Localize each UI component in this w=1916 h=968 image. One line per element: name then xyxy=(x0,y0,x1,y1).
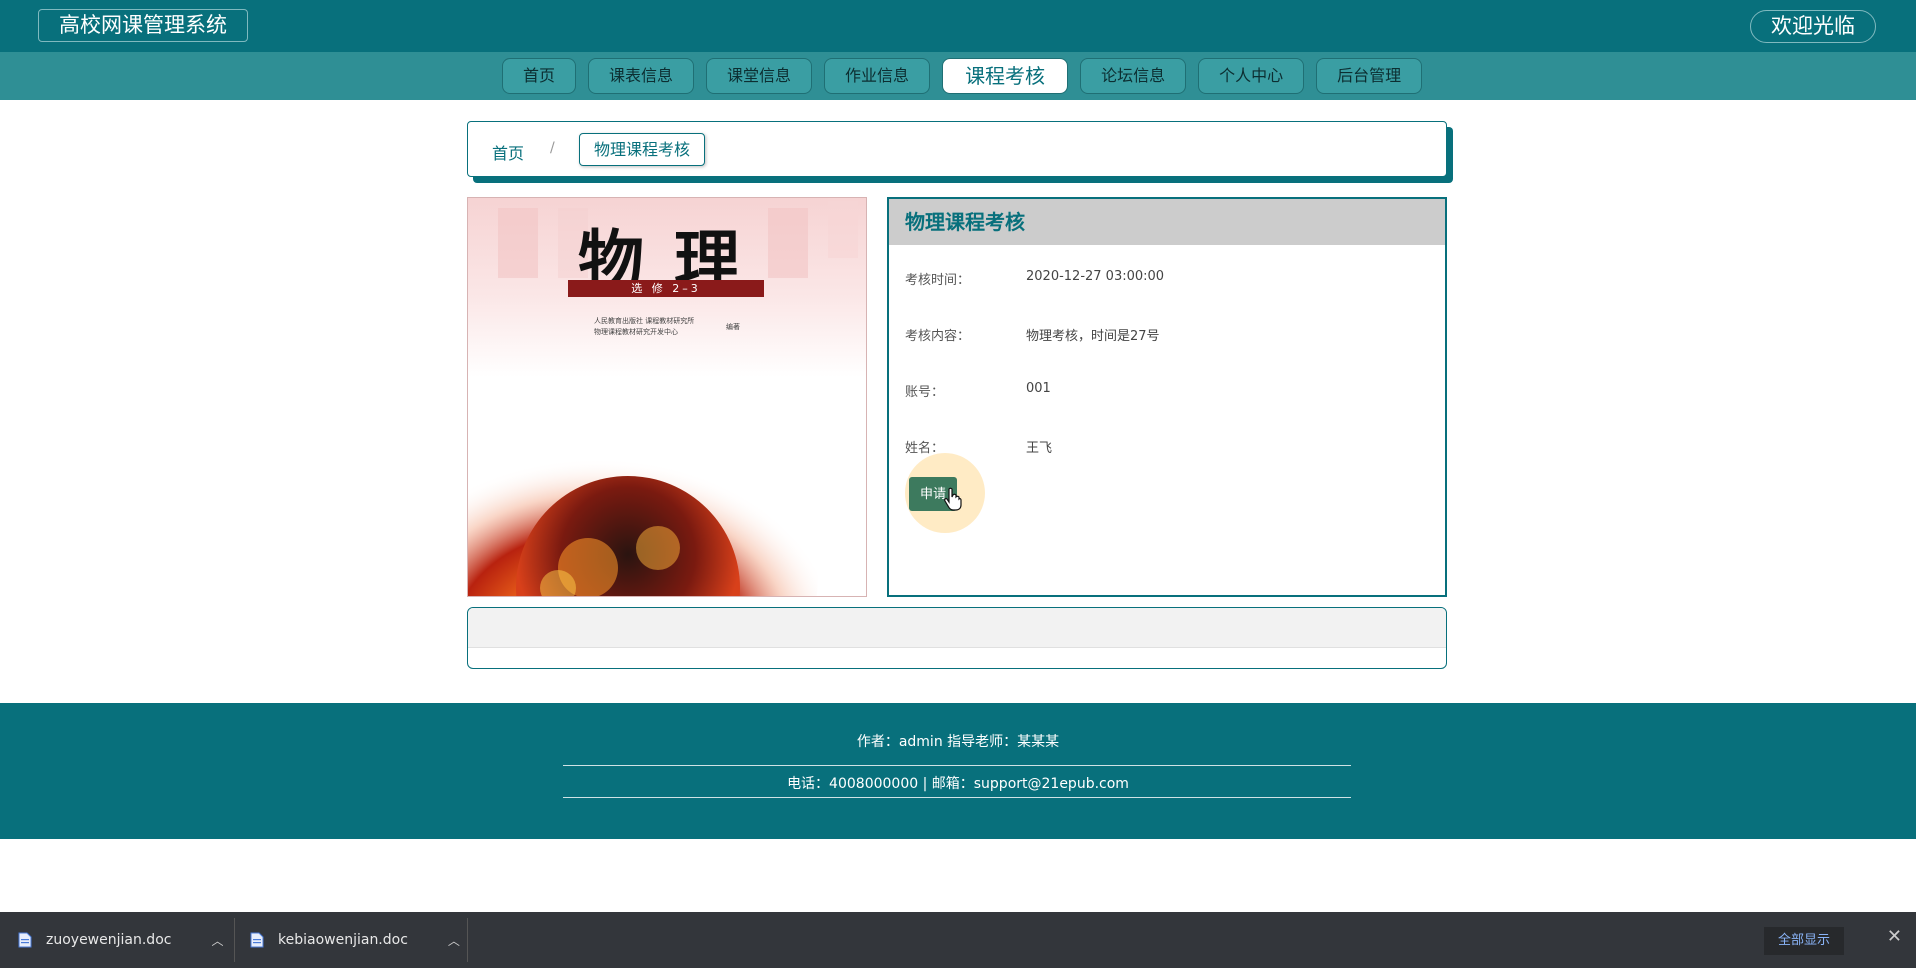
chevron-up-icon[interactable]: ︿ xyxy=(448,932,460,949)
field-label: 考核时间： xyxy=(905,273,971,288)
nav-item-classroom[interactable]: 课堂信息 xyxy=(706,58,813,94)
close-icon[interactable]: ✕ xyxy=(1887,926,1902,947)
empty-box-header xyxy=(468,608,1446,648)
download-divider xyxy=(467,918,468,962)
nav-item-homework[interactable]: 作业信息 xyxy=(824,58,931,94)
nav-item-home[interactable]: 首页 xyxy=(502,58,577,94)
breadcrumb-separator: / xyxy=(550,140,555,156)
course-cover-image: 物理 选 修 2–3 人民教育出版社 课程教材研究所 物理课程教材研究开发中心 … xyxy=(467,197,867,597)
nav-item-schedule[interactable]: 课表信息 xyxy=(588,58,695,94)
welcome-badge[interactable]: 欢迎光临 xyxy=(1750,10,1876,43)
cover-publisher-suffix: 编著 xyxy=(726,323,740,331)
doc-file-icon xyxy=(18,932,32,948)
nav-item-course-assessment[interactable]: 课程考核 xyxy=(942,58,1069,94)
top-header: 高校网课管理系统 欢迎光临 xyxy=(0,0,1916,52)
cover-publisher-line2: 物理课程教材研究开发中心 xyxy=(594,328,678,336)
download-filename: kebiaowenjian.doc xyxy=(278,932,408,948)
field-label: 账号： xyxy=(905,385,945,400)
footer-divider xyxy=(563,797,1351,798)
hand-cursor-icon xyxy=(944,487,962,511)
nav-item-forum[interactable]: 论坛信息 xyxy=(1080,58,1187,94)
chevron-up-icon[interactable]: ︿ xyxy=(211,932,223,949)
download-item[interactable]: kebiaowenjian.doc ︿ xyxy=(250,912,460,968)
site-title[interactable]: 高校网课管理系统 xyxy=(38,9,248,42)
field-label: 姓名： xyxy=(905,441,945,456)
footer-divider xyxy=(563,765,1351,766)
download-filename: zuoyewenjian.doc xyxy=(46,932,172,948)
assessment-detail-panel: 物理课程考核 考核时间： 2020-12-27 03:00:00 考核内容： 物… xyxy=(887,197,1447,597)
field-value: 物理考核，时间是27号 xyxy=(1026,329,1160,344)
cover-publisher: 人民教育出版社 课程教材研究所 物理课程教材研究开发中心 xyxy=(594,316,744,338)
empty-content-box xyxy=(467,607,1447,669)
main-nav-bar: 首页 课表信息 课堂信息 作业信息 课程考核 论坛信息 个人中心 后台管理 xyxy=(0,52,1916,100)
detail-title: 物理课程考核 xyxy=(889,199,1445,245)
breadcrumb-home-link[interactable]: 首页 xyxy=(492,140,524,164)
download-bar: zuoyewenjian.doc ︿ kebiaowenjian.doc ︿ 全… xyxy=(0,912,1916,968)
nav-item-personal-center[interactable]: 个人中心 xyxy=(1198,58,1305,94)
cover-subtitle: 选 修 2–3 xyxy=(568,280,764,297)
download-item[interactable]: zuoyewenjian.doc ︿ xyxy=(18,912,223,968)
cover-publisher-line1: 人民教育出版社 课程教材研究所 xyxy=(594,317,695,325)
cover-sun-graphic xyxy=(468,438,818,596)
doc-file-icon xyxy=(250,932,264,948)
footer-author: 作者：admin 指导老师：某某某 xyxy=(856,734,1060,750)
nav-item-admin[interactable]: 后台管理 xyxy=(1316,58,1423,94)
show-all-downloads-button[interactable]: 全部显示 xyxy=(1763,927,1844,955)
footer-contact: 电话：4008000000 | 邮箱：support@21epub.com xyxy=(787,776,1129,792)
footer: 作者：admin 指导老师：某某某 电话：4008000000 | 邮箱：sup… xyxy=(0,703,1916,839)
field-value: 王飞 xyxy=(1026,441,1053,456)
breadcrumb-current: 物理课程考核 xyxy=(579,133,706,166)
download-divider xyxy=(234,918,235,962)
main-nav: 首页 课表信息 课堂信息 作业信息 课程考核 论坛信息 个人中心 后台管理 xyxy=(502,58,1423,94)
breadcrumb: 首页 / 物理课程考核 xyxy=(467,121,1447,177)
field-value: 2020-12-27 03:00:00 xyxy=(1026,269,1165,284)
field-value: 001 xyxy=(1026,381,1051,396)
field-label: 考核内容： xyxy=(905,329,971,344)
